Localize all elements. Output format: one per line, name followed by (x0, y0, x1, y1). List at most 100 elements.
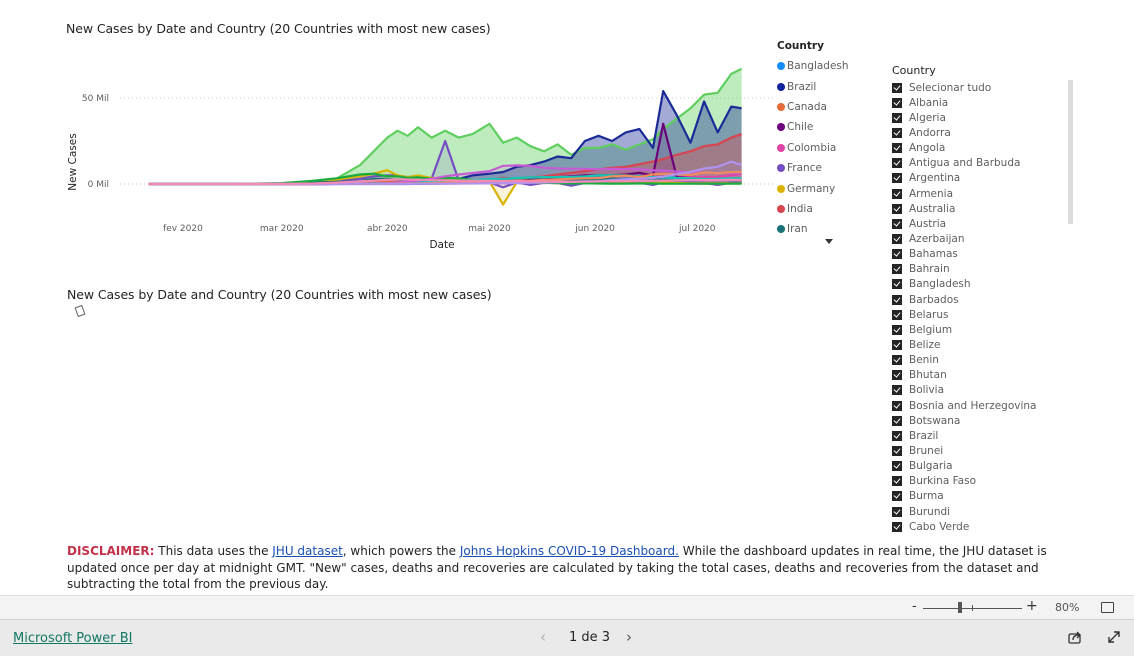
slicer-item[interactable]: Bosnia and Herzegovina (892, 398, 1082, 413)
checkbox-checked-icon[interactable] (892, 158, 902, 169)
slicer-item[interactable]: Benin (892, 353, 1082, 368)
checkbox-checked-icon[interactable] (892, 385, 902, 396)
slicer-item[interactable]: Burma (892, 489, 1082, 504)
slicer-item[interactable]: Bangladesh (892, 277, 1082, 292)
slicer-item[interactable]: Bulgaria (892, 459, 1082, 474)
fullscreen-icon[interactable] (1106, 629, 1122, 645)
slicer-item[interactable]: Bolivia (892, 383, 1082, 398)
checkbox-checked-icon[interactable] (892, 355, 902, 366)
legend-item[interactable]: Canada (777, 97, 849, 117)
slicer-scrollbar[interactable] (1068, 80, 1073, 224)
zoom-in-button[interactable]: + (1026, 598, 1038, 614)
slicer-item[interactable]: Armenia (892, 186, 1082, 201)
checkbox-checked-icon[interactable] (892, 294, 902, 305)
slicer-item[interactable]: Andorra (892, 125, 1082, 140)
checkbox-checked-icon[interactable] (892, 461, 902, 472)
fit-to-page-icon[interactable] (1101, 602, 1114, 613)
checkbox-checked-icon[interactable] (892, 430, 902, 441)
checkbox-checked-icon[interactable] (892, 445, 902, 456)
legend-color-icon (777, 184, 785, 193)
slicer-item-label: Bahrain (909, 263, 950, 276)
slicer-item[interactable]: Albania (892, 95, 1082, 110)
new-cases-area-chart[interactable]: 0 Mil 50 Mil fev 2020 mar 2020 abr 2020 mai … (60, 40, 780, 255)
slicer-item-label: Bangladesh (909, 278, 971, 291)
legend-item[interactable]: Iran (777, 219, 849, 239)
slicer-item[interactable]: Burundi (892, 504, 1082, 519)
checkbox-checked-icon[interactable] (892, 521, 902, 532)
checkbox-checked-icon[interactable] (892, 370, 902, 381)
checkbox-checked-icon[interactable] (892, 506, 902, 517)
checkbox-checked-icon[interactable] (892, 309, 902, 320)
slicer-item-label: Armenia (909, 187, 954, 200)
legend-item[interactable]: Germany (777, 178, 849, 198)
legend-item[interactable]: Chile (777, 117, 849, 137)
power-bi-link[interactable]: Microsoft Power BI (13, 631, 132, 646)
share-icon[interactable] (1067, 629, 1083, 645)
slicer-item[interactable]: Barbados (892, 292, 1082, 307)
checkbox-checked-icon[interactable] (892, 173, 902, 184)
y-axis-title: New Cases (67, 133, 79, 190)
slicer-item[interactable]: Antigua and Barbuda (892, 156, 1082, 171)
x-axis-title: Date (429, 239, 454, 251)
slicer-item[interactable]: Australia (892, 201, 1082, 216)
next-page-button[interactable]: › (626, 628, 632, 646)
jhu-dashboard-link[interactable]: Johns Hopkins COVID-19 Dashboard. (460, 544, 679, 558)
slicer-item[interactable]: Belize (892, 337, 1082, 352)
checkbox-checked-icon[interactable] (892, 143, 902, 154)
legend-item[interactable]: France (777, 158, 849, 178)
legend-color-icon (777, 143, 785, 152)
checkbox-checked-icon[interactable] (892, 324, 902, 335)
slicer-item[interactable]: Algeria (892, 110, 1082, 125)
legend-color-icon (777, 102, 785, 111)
checkbox-checked-icon[interactable] (892, 400, 902, 411)
slicer-item[interactable]: Bhutan (892, 368, 1082, 383)
slicer-item[interactable]: Belarus (892, 307, 1082, 322)
checkbox-checked-icon[interactable] (892, 264, 902, 275)
legend-item[interactable]: Bangladesh (777, 56, 849, 76)
checkbox-checked-icon[interactable] (892, 415, 902, 426)
checkbox-checked-icon[interactable] (892, 218, 902, 229)
legend-color-icon (777, 62, 785, 71)
footer-bar: Microsoft Power BI ‹ 1 de 3 › (0, 619, 1134, 656)
legend-more-arrow-icon[interactable] (825, 239, 833, 244)
checkbox-checked-icon[interactable] (892, 127, 902, 138)
checkbox-checked-icon[interactable] (892, 82, 902, 93)
checkbox-checked-icon[interactable] (892, 279, 902, 290)
checkbox-checked-icon[interactable] (892, 233, 902, 244)
y-tick-label: 0 Mil (88, 180, 109, 190)
jhu-dataset-link[interactable]: JHU dataset (272, 544, 343, 558)
slicer-item[interactable]: Angola (892, 141, 1082, 156)
slicer-item[interactable]: Bahamas (892, 247, 1082, 262)
legend-item[interactable]: Colombia (777, 138, 849, 158)
checkbox-checked-icon[interactable] (892, 491, 902, 502)
checkbox-checked-icon[interactable] (892, 188, 902, 199)
slicer-item[interactable]: Botswana (892, 413, 1082, 428)
chart2-title: New Cases by Date and Country (20 Countr… (67, 287, 492, 302)
slicer-item[interactable]: Selecionar tudo (892, 80, 1082, 95)
legend-item[interactable]: India (777, 199, 849, 219)
slicer-item[interactable]: Azerbaijan (892, 231, 1082, 246)
slicer-item[interactable]: Austria (892, 216, 1082, 231)
zoom-out-button[interactable]: - (912, 599, 917, 614)
checkbox-checked-icon[interactable] (892, 97, 902, 108)
slicer-item[interactable]: Bahrain (892, 262, 1082, 277)
slicer-item[interactable]: Belgium (892, 322, 1082, 337)
slicer-item[interactable]: Cabo Verde (892, 519, 1082, 534)
slicer-item[interactable]: Brunei (892, 443, 1082, 458)
slicer-item[interactable]: Argentina (892, 171, 1082, 186)
checkbox-checked-icon[interactable] (892, 249, 902, 260)
legend-item[interactable]: Brazil (777, 76, 849, 96)
slicer-item[interactable]: Brazil (892, 428, 1082, 443)
disclaimer-text: This data uses the (154, 544, 273, 558)
x-tick-label: fev 2020 (163, 224, 203, 234)
checkbox-checked-icon[interactable] (892, 339, 902, 350)
checkbox-checked-icon[interactable] (892, 476, 902, 487)
zoom-bar: - + 80% (0, 595, 1134, 620)
checkbox-checked-icon[interactable] (892, 112, 902, 123)
slicer-item-label: Algeria (909, 111, 946, 124)
checkbox-checked-icon[interactable] (892, 203, 902, 214)
x-tick-label: mar 2020 (260, 224, 304, 234)
slicer-item[interactable]: Burkina Faso (892, 474, 1082, 489)
previous-page-button[interactable]: ‹ (540, 628, 546, 646)
zoom-slider-thumb[interactable] (958, 602, 962, 613)
